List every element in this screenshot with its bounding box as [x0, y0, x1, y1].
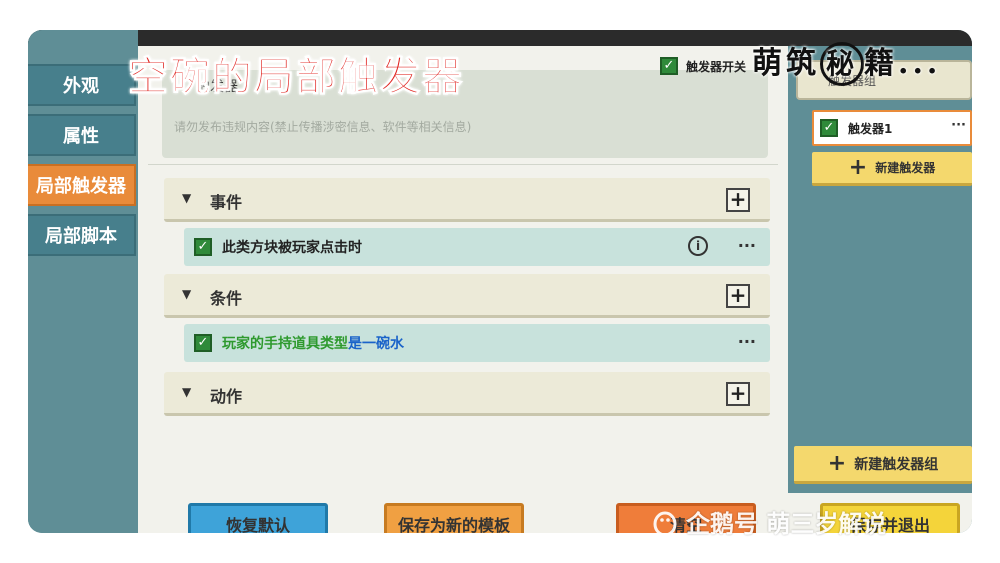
- restore-default-button[interactable]: 恢复默认: [188, 503, 328, 533]
- logo-circled-char: 秘: [820, 42, 864, 86]
- description-placeholder: 请勿发布违规内容(禁止传播涉密信息、软件等相关信息): [174, 120, 472, 134]
- left-tab-column: 外观 属性 局部触发器 局部脚本: [28, 30, 138, 533]
- channel-logo: 萌筑秘籍...: [752, 38, 941, 86]
- section-title: 动作: [210, 387, 243, 406]
- event-item[interactable]: ✓ 此类方块被玩家点击时 i ···: [184, 228, 770, 266]
- plus-icon: +: [848, 154, 868, 180]
- condition-text: 玩家的手持道具类型是一碗水: [222, 333, 404, 353]
- checkbox-checked-icon[interactable]: ✓: [820, 119, 838, 137]
- new-trigger-button[interactable]: + 新建触发器: [812, 152, 972, 186]
- more-options-icon[interactable]: ···: [738, 236, 756, 255]
- enable-label: 触发器开关: [686, 59, 747, 74]
- checkbox-checked-icon[interactable]: ✓: [660, 57, 678, 75]
- tab-attributes[interactable]: 属性: [28, 114, 136, 156]
- section-title: 条件: [210, 289, 243, 308]
- plus-icon: +: [827, 450, 847, 476]
- condition-value: 是一碗水: [348, 336, 404, 352]
- save-as-template-button[interactable]: 保存为新的模板: [384, 503, 524, 533]
- logo-text: 萌筑: [752, 46, 820, 81]
- info-icon[interactable]: i: [688, 236, 708, 256]
- trigger-name: 触发器1: [848, 122, 893, 136]
- collapse-caret-icon[interactable]: ▼: [182, 287, 191, 301]
- section-title: 事件: [210, 193, 243, 212]
- trigger-editor-panel: 触发器 请勿发布违规内容(禁止传播涉密信息、软件等相关信息) ▼ 事件 + ✓ …: [138, 46, 788, 493]
- action-section-header[interactable]: ▼ 动作 +: [164, 372, 770, 416]
- checkbox-checked-icon[interactable]: ✓: [194, 334, 212, 352]
- event-text: 此类方块被玩家点击时: [222, 240, 362, 256]
- event-section-header[interactable]: ▼ 事件 +: [164, 178, 770, 222]
- checkbox-checked-icon[interactable]: ✓: [194, 238, 212, 256]
- condition-subject: 玩家的手持道具类型: [222, 336, 348, 352]
- penguin-logo-icon: [653, 511, 677, 536]
- add-event-button[interactable]: +: [726, 188, 750, 212]
- new-trigger-group-button[interactable]: + 新建触发器组: [794, 446, 972, 484]
- trigger-enable-toggle[interactable]: ✓ 触发器开关: [660, 56, 746, 76]
- video-title-overlay: 空碗的局部触发器: [128, 53, 464, 101]
- tab-label: 属性: [63, 126, 99, 147]
- new-trigger-label: 新建触发器: [875, 161, 936, 175]
- watermark: 企鹅号 萌三岁解说: [650, 504, 886, 539]
- tab-label: 外观: [63, 76, 99, 97]
- tab-label: 局部脚本: [45, 226, 117, 247]
- condition-section-header[interactable]: ▼ 条件 +: [164, 274, 770, 318]
- add-action-button[interactable]: +: [726, 382, 750, 406]
- tab-local-scripts[interactable]: 局部脚本: [28, 214, 136, 256]
- add-condition-button[interactable]: +: [726, 284, 750, 308]
- tab-label: 局部触发器: [36, 176, 126, 197]
- divider: [148, 164, 778, 165]
- collapse-caret-icon[interactable]: ▼: [182, 191, 191, 205]
- logo-text: 籍...: [864, 46, 942, 81]
- collapse-caret-icon[interactable]: ▼: [182, 385, 191, 399]
- app-window: 外观 属性 局部触发器 局部脚本 触发器 请勿发布违规内容(禁止传播涉密信息、软…: [28, 30, 972, 533]
- more-options-icon[interactable]: ···: [951, 118, 966, 133]
- watermark-text: 企鹅号 萌三岁解说: [686, 510, 887, 538]
- trigger-list-sidebar: 触发器组 ✓ 触发器1 ··· + 新建触发器 + 新建触发器组: [788, 46, 972, 493]
- condition-item[interactable]: ✓ 玩家的手持道具类型是一碗水 ···: [184, 324, 770, 362]
- more-options-icon[interactable]: ···: [738, 332, 756, 351]
- tab-local-triggers[interactable]: 局部触发器: [28, 164, 136, 206]
- new-group-label: 新建触发器组: [854, 456, 939, 473]
- trigger-list-item[interactable]: ✓ 触发器1 ···: [812, 110, 972, 146]
- tab-appearance[interactable]: 外观: [28, 64, 136, 106]
